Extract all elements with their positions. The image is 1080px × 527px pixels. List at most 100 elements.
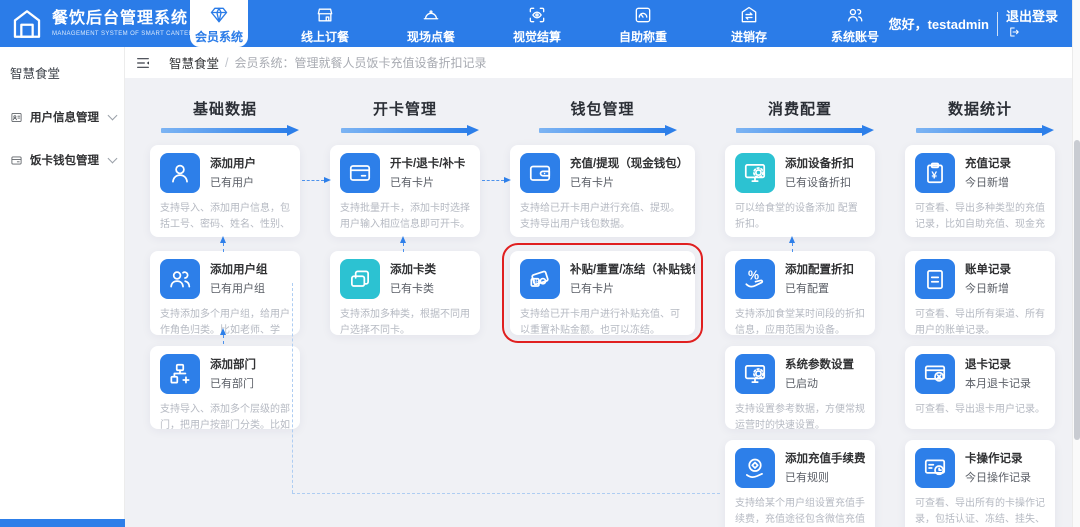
column-header-label: 数据统计 [947, 101, 1012, 118]
org-chart-icon [167, 361, 193, 387]
clipboard-lines-icon [922, 266, 948, 292]
card-subtitle: 已有卡类 [390, 283, 434, 295]
svg-text:¥: ¥ [931, 170, 937, 181]
card-head: 系统参数设置 已启动 [735, 354, 865, 394]
card-meta: 充值/提现（现金钱包） 已有卡片 [570, 153, 688, 193]
nav-item-scale[interactable]: 自助称重 [590, 0, 696, 47]
card-description: 可查看、导出多种类型的充值记录，比如自助充值、现金充值、... [915, 203, 1045, 230]
topbar: 餐饮后台管理系统 MANAGEMENT SYSTEM OF SMART CANT… [0, 0, 1072, 47]
breadcrumb-bar: 智慧食堂 / 会员系统：管理就餐人员饭卡充值设备折扣记录 [125, 47, 1072, 78]
connector-arrow-up-usergroup [220, 236, 226, 252]
card-percent-hand[interactable]: % 添加配置折扣 已有配置支持添加食堂某时间段的折扣信息，应用范围为设备。 [725, 251, 875, 335]
card-org-chart[interactable]: 添加部门已有部门支持导入、添加多个层级的部门，把用户按部门分类。比如人事部... [150, 346, 300, 429]
credit-card-icon [347, 160, 373, 186]
card-meta: 添加卡类 已有卡类 [390, 259, 436, 299]
connector-line-vertical [292, 283, 293, 493]
collapse-sidebar-icon[interactable] [135, 55, 151, 71]
card-meta: 添加设备折扣 已有设备折扣 [785, 153, 854, 193]
card-credit-card[interactable]: 开卡/退卡/补卡已有卡片支持批量开卡，添加卡时选择用户输入相应信息即可开卡。支持… [330, 145, 480, 237]
column-header-label: 消费配置 [767, 101, 832, 118]
card-icon-box [340, 259, 380, 299]
card-title: 系统参数设置 [785, 359, 854, 371]
card-description: 支持添加食堂某时间段的折扣信息，应用范围为设备。 [735, 309, 865, 335]
card-subtitle: 今日新增 [965, 177, 1009, 189]
card-subsidy-wallet[interactable]: 补 补贴/重置/冻结（补贴钱包） 已有卡片支持给已开卡用户进行补贴充值、可以重置补贴… [502, 243, 703, 343]
connector-arrow-up-department [220, 328, 226, 344]
breadcrumb-root[interactable]: 智慧食堂 [169, 53, 219, 72]
card-card-cancel[interactable]: 退卡记录 本月退卡记录 可查看、导出退卡用户记录。 [905, 346, 1055, 429]
inventory-icon [739, 5, 759, 25]
sidebar-title: 智慧食堂 [10, 67, 61, 81]
divider [997, 11, 998, 36]
card-description: 可以给食堂的设备添加 配置折扣。 [735, 203, 858, 230]
connector-arrow-up-discount [789, 236, 795, 252]
percent-hand-icon: % [742, 266, 768, 292]
card-icon-box [735, 354, 775, 394]
card-coin-hand[interactable]: 添加充值手续费已有规则支持给某个用户组设置充值手续费，充值途径包含微信充值及现.… [725, 440, 875, 527]
card-description: 支持导入、添加多个层级的部门，把用户按部门分类。比如人事部... [160, 404, 290, 429]
gem-icon [209, 5, 229, 25]
card-head: 卡操作记录 今日操作记录 [915, 448, 1045, 488]
column-header-label: 开卡管理 [372, 101, 437, 118]
sidebar-item-label: 饭卡钱包管理 [30, 155, 99, 167]
card-stack-icon [347, 266, 373, 292]
nav-item-vision-scan[interactable]: 视觉结算 [484, 0, 590, 47]
card-title: 添加用户组 [210, 264, 268, 276]
storefront-icon [315, 5, 335, 25]
card-clipboard-lines[interactable]: 账单记录 今日新增 可查看、导出所有渠道、所有用户的账单记录。 [905, 251, 1055, 335]
card-head: % 添加配置折扣 已有配置 [735, 259, 865, 299]
card-head: 添加充值手续费 已有规则 [735, 448, 866, 488]
card-user-group[interactable]: 添加用户组已有用户组支持添加多个用户组，给用户作角色归类。比如老师、学生、经理.… [150, 251, 300, 335]
card-meta: 补贴/重置/冻结（补贴钱包） 已有卡片 [570, 259, 695, 299]
card-head: ¥ 充值记录 今日新增 [915, 153, 1045, 193]
card-card-stack[interactable]: 添加卡类 已有卡类 支持添加多种类，根据不同用户选择不同卡。 [330, 251, 480, 335]
nav-item-inventory[interactable]: 进销存 [696, 0, 802, 47]
card-head: 添加卡类 已有卡类 [340, 259, 470, 299]
connector-line-horizontal [292, 493, 720, 494]
user-icon [167, 160, 193, 186]
card-description: 支持给已开卡用户进行补贴充值、可以重置补贴金额。也可以冻结。 [520, 309, 680, 335]
user-area: 您好，testadmin 退出登录 [889, 0, 1058, 47]
feature-grid: 基础数据添加用户已有用户支持导入、添加用户信息，包括工号、密码、姓名、性别、电话… [150, 98, 1055, 527]
horizontal-scrollbar-thumb[interactable] [0, 519, 127, 527]
card-head: 添加部门 已有部门 [160, 354, 290, 394]
card-subtitle: 已有卡片 [570, 177, 614, 189]
card-subtitle: 已有卡片 [570, 283, 614, 295]
accounts-icon [845, 5, 865, 25]
main-content: 基础数据添加用户已有用户支持导入、添加用户信息，包括工号、密码、姓名、性别、电话… [125, 78, 1072, 527]
card-title: 补贴/重置/冻结（补贴钱包） [570, 264, 695, 276]
card-head: 添加用户 已有用户 [160, 153, 290, 193]
card-user[interactable]: 添加用户已有用户支持导入、添加用户信息，包括工号、密码、姓名、性别、电话， [150, 145, 300, 237]
connector-arrow-card-to-wallet [482, 177, 511, 183]
logout-button[interactable]: 退出登录 [1006, 9, 1058, 39]
device-gear-icon [742, 160, 768, 186]
card-device-gear[interactable]: 添加设备折扣 已有设备折扣可以给食堂的设备添加 配置折扣。 [725, 145, 875, 237]
card-meta: 卡操作记录 今日操作记录 [965, 448, 1031, 488]
card-subtitle: 已有用户 [210, 177, 254, 189]
card-wallet[interactable]: 充值/提现（现金钱包） 已有卡片 支持给已开卡用户进行充值、提现。支持导出用户钱包数… [510, 145, 695, 237]
chevron-down-icon [107, 153, 118, 164]
card-meta: 系统参数设置 已启动 [785, 354, 854, 394]
chevron-down-icon [107, 110, 118, 121]
sidebar-item-meal-card[interactable]: 饭卡钱包管理 [0, 152, 124, 168]
nav-item-label: 会员系统 [194, 29, 243, 44]
card-description: 可查看、导出所有渠道、所有用户的账单记录。 [915, 309, 1045, 335]
card-monitor-gear[interactable]: 系统参数设置 已启动支持设置参考数据，方便常规运营时的快速设置。 [725, 346, 875, 429]
card-clipboard-yen[interactable]: ¥ 充值记录今日新增可查看、导出多种类型的充值记录，比如自助充值、现金充值、... [905, 145, 1055, 237]
user-greeting: 您好，testadmin [888, 17, 989, 32]
breadcrumb-separator: / [225, 55, 229, 70]
card-card-clock[interactable]: 卡操作记录今日操作记录可查看、导出所有的卡操作记录，包括认证、冻结、挂失、作废等… [905, 440, 1055, 527]
card-head: 充值/提现（现金钱包） 已有卡片 [520, 153, 688, 193]
card-cancel-icon [922, 361, 948, 387]
card-title: 添加用户 [210, 158, 256, 170]
card-description: 可查看、导出所有的卡操作记录，包括认证、冻结、挂失、作废等。 [915, 498, 1045, 525]
vertical-scrollbar-thumb[interactable] [1074, 140, 1080, 440]
svg-text:补: 补 [533, 279, 539, 287]
nav-item-dish[interactable]: 现场点餐 [378, 0, 484, 47]
card-meta: 开卡/退卡/补卡 已有卡片 [390, 153, 465, 193]
sidebar-item-user-info[interactable]: 用户信息管理 [0, 109, 124, 125]
card-description: 支持设置参考数据，方便常规运营时的快速设置。 [735, 404, 865, 429]
nav-item-storefront[interactable]: 线上订餐 [272, 0, 378, 47]
card-subtitle: 本月退卡记录 [965, 378, 1031, 390]
nav-item-gem[interactable]: 会员系统 [190, 0, 248, 47]
